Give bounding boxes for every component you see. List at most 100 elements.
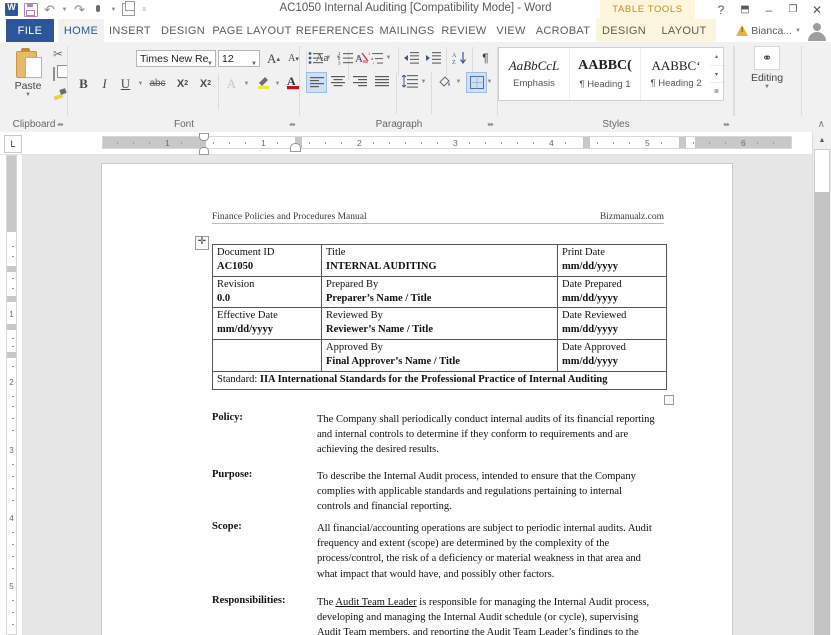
highlight-dropdown-icon[interactable]: ▼ — [273, 77, 282, 90]
vertical-scrollbar[interactable]: ▲ — [812, 132, 831, 635]
tab-table-design[interactable]: DESIGN — [598, 19, 650, 42]
restore-button[interactable]: ❐ — [781, 0, 805, 19]
tab-page-layout[interactable]: PAGE LAYOUT — [210, 19, 294, 42]
multilevel-list-dropdown-icon[interactable]: ▼ — [384, 51, 393, 64]
tab-review[interactable]: REVIEW — [438, 19, 490, 42]
numbering-button[interactable]: 123 — [336, 48, 355, 67]
text-effects-button[interactable]: A — [222, 74, 241, 93]
font-size-input[interactable]: 12 ▼ — [218, 50, 260, 67]
styles-dialog-launcher[interactable]: ⬌ — [722, 120, 731, 129]
cut-button[interactable]: ✂ — [53, 48, 67, 62]
account-menu[interactable]: Bianca... ▼ — [736, 19, 801, 42]
hanging-indent-marker[interactable] — [199, 147, 209, 155]
table-cell-print-date[interactable]: Print Date mm/dd/yyyy — [557, 244, 667, 277]
paragraph-dialog-launcher[interactable]: ⬌ — [486, 120, 495, 129]
avatar[interactable] — [806, 21, 828, 41]
justify-button[interactable] — [372, 72, 391, 91]
tab-references[interactable]: REFERENCES — [294, 19, 376, 42]
editing-button[interactable]: ⚭ Editing ▼ — [746, 46, 788, 104]
font-name-input[interactable]: Times New Re ▼ — [136, 50, 216, 67]
shading-dropdown-icon[interactable]: ▼ — [454, 75, 463, 88]
font-dialog-launcher[interactable]: ⬌ — [288, 120, 297, 129]
section-policy[interactable]: Policy: The Company shall periodically c… — [212, 412, 657, 458]
style-item-emphasis[interactable]: AaBbCcL Emphasis — [499, 48, 570, 100]
styles-more-button[interactable]: ≣ — [710, 83, 723, 100]
line-spacing-dropdown-icon[interactable]: ▼ — [419, 75, 428, 88]
table-cell-revision[interactable]: Revision 0.0 — [212, 275, 322, 309]
section-scope[interactable]: Scope: All financial/accounting operatio… — [212, 521, 657, 582]
style-item-heading-2[interactable]: AABBC‘ ¶ Heading 2 — [641, 48, 711, 100]
numbering-dropdown-icon[interactable]: ▼ — [354, 51, 363, 64]
table-cell-standard[interactable]: Standard: IIA International Standards fo… — [212, 370, 667, 390]
table-cell-date-prepared[interactable]: Date Prepared mm/dd/yyyy — [557, 275, 667, 309]
ribbon-display-options-button[interactable]: ⬒ — [733, 0, 757, 19]
vertical-ruler-band[interactable]: 1 2 3 4 5 — [6, 155, 17, 635]
document-info-table[interactable]: Document ID AC1050 Title INTERNAL AUDITI… — [212, 244, 667, 390]
bullets-button[interactable] — [306, 48, 325, 67]
section-purpose[interactable]: Purpose: To describe the Internal Audit … — [212, 469, 657, 515]
help-button[interactable]: ? — [709, 0, 733, 19]
table-resize-handle[interactable] — [664, 395, 674, 405]
tab-stop-selector[interactable]: L — [4, 135, 22, 153]
multilevel-list-button[interactable]: 1ai — [366, 48, 385, 67]
copy-button[interactable] — [53, 67, 67, 82]
tab-acrobat[interactable]: ACROBAT — [532, 19, 594, 42]
tab-insert[interactable]: INSERT — [104, 19, 156, 42]
borders-button[interactable] — [466, 72, 487, 93]
text-effects-dropdown-icon[interactable]: ▼ — [242, 77, 251, 90]
style-item-heading-1[interactable]: AABBC( ¶ Heading 1 — [570, 48, 641, 100]
left-indent-marker[interactable] — [290, 143, 301, 152]
styles-scroll-up-button[interactable]: ▴ — [710, 48, 723, 66]
align-center-button[interactable] — [328, 72, 347, 91]
table-row[interactable]: Effective Date mm/dd/yyyy Reviewed By Re… — [212, 307, 667, 341]
shading-button[interactable] — [435, 72, 454, 91]
align-left-button[interactable] — [306, 72, 327, 93]
table-cell-empty[interactable] — [212, 339, 322, 372]
italic-button[interactable]: I — [95, 74, 114, 93]
text-highlight-color-button[interactable] — [254, 72, 273, 91]
tab-file[interactable]: FILE — [6, 19, 54, 42]
close-button[interactable]: ✕ — [805, 0, 829, 19]
table-cell-title[interactable]: Title INTERNAL AUDITING — [321, 244, 558, 277]
section-responsibilities[interactable]: Responsibilities: The Audit Team Leader … — [212, 595, 657, 635]
scrollbar-track[interactable] — [814, 192, 830, 635]
tab-home[interactable]: HOME — [58, 19, 104, 42]
align-right-button[interactable] — [350, 72, 369, 91]
subscript-button[interactable]: X2 — [173, 74, 192, 93]
tab-view[interactable]: VIEW — [490, 19, 532, 42]
sort-button[interactable]: AZ — [450, 48, 469, 67]
first-line-indent-marker[interactable] — [199, 133, 209, 141]
ruler-tab-stop-2[interactable] — [583, 137, 590, 148]
format-painter-button[interactable] — [53, 88, 67, 102]
grow-font-button[interactable]: A ▴ — [264, 49, 283, 68]
strikethrough-button[interactable]: abc — [148, 74, 167, 93]
tab-mailings[interactable]: MAILINGS — [376, 19, 438, 42]
table-row[interactable]: Document ID AC1050 Title INTERNAL AUDITI… — [212, 244, 667, 277]
styles-scroll-down-button[interactable]: ▾ — [710, 66, 723, 84]
minimize-button[interactable]: – — [757, 0, 781, 19]
table-move-handle[interactable]: ✛ — [195, 236, 209, 250]
table-row[interactable]: Standard: IIA International Standards fo… — [212, 370, 667, 390]
table-cell-date-approved[interactable]: Date Approved mm/dd/yyyy — [557, 339, 667, 372]
underline-dropdown-icon[interactable]: ▼ — [136, 77, 145, 90]
line-spacing-button[interactable] — [400, 72, 419, 91]
decrease-indent-button[interactable] — [402, 48, 421, 67]
table-cell-prepared-by[interactable]: Prepared By Preparer’s Name / Title — [321, 275, 558, 309]
paste-button[interactable]: Paste ▼ — [6, 45, 50, 107]
table-row[interactable]: Revision 0.0 Prepared By Preparer’s Name… — [212, 275, 667, 309]
bullets-dropdown-icon[interactable]: ▼ — [324, 51, 333, 64]
borders-dropdown-icon[interactable]: ▼ — [485, 75, 494, 88]
table-row[interactable]: Approved By Final Approver’s Name / Titl… — [212, 339, 667, 372]
tab-design[interactable]: DESIGN — [156, 19, 210, 42]
collapse-ribbon-button[interactable]: ∧ — [818, 119, 825, 130]
table-cell-date-reviewed[interactable]: Date Reviewed mm/dd/yyyy — [557, 307, 667, 341]
table-cell-document-id[interactable]: Document ID AC1050 — [212, 244, 322, 277]
table-cell-approved-by[interactable]: Approved By Final Approver’s Name / Titl… — [321, 339, 558, 372]
ruler-tab-stop-3[interactable] — [679, 137, 686, 148]
document-page[interactable]: Finance Policies and Procedures Manual B… — [102, 164, 732, 635]
superscript-button[interactable]: X2 — [196, 74, 215, 93]
table-cell-effective-date[interactable]: Effective Date mm/dd/yyyy — [212, 307, 322, 341]
scrollbar-thumb[interactable] — [814, 149, 830, 193]
bold-button[interactable]: B — [74, 74, 93, 93]
scroll-up-button[interactable]: ▲ — [813, 132, 831, 148]
